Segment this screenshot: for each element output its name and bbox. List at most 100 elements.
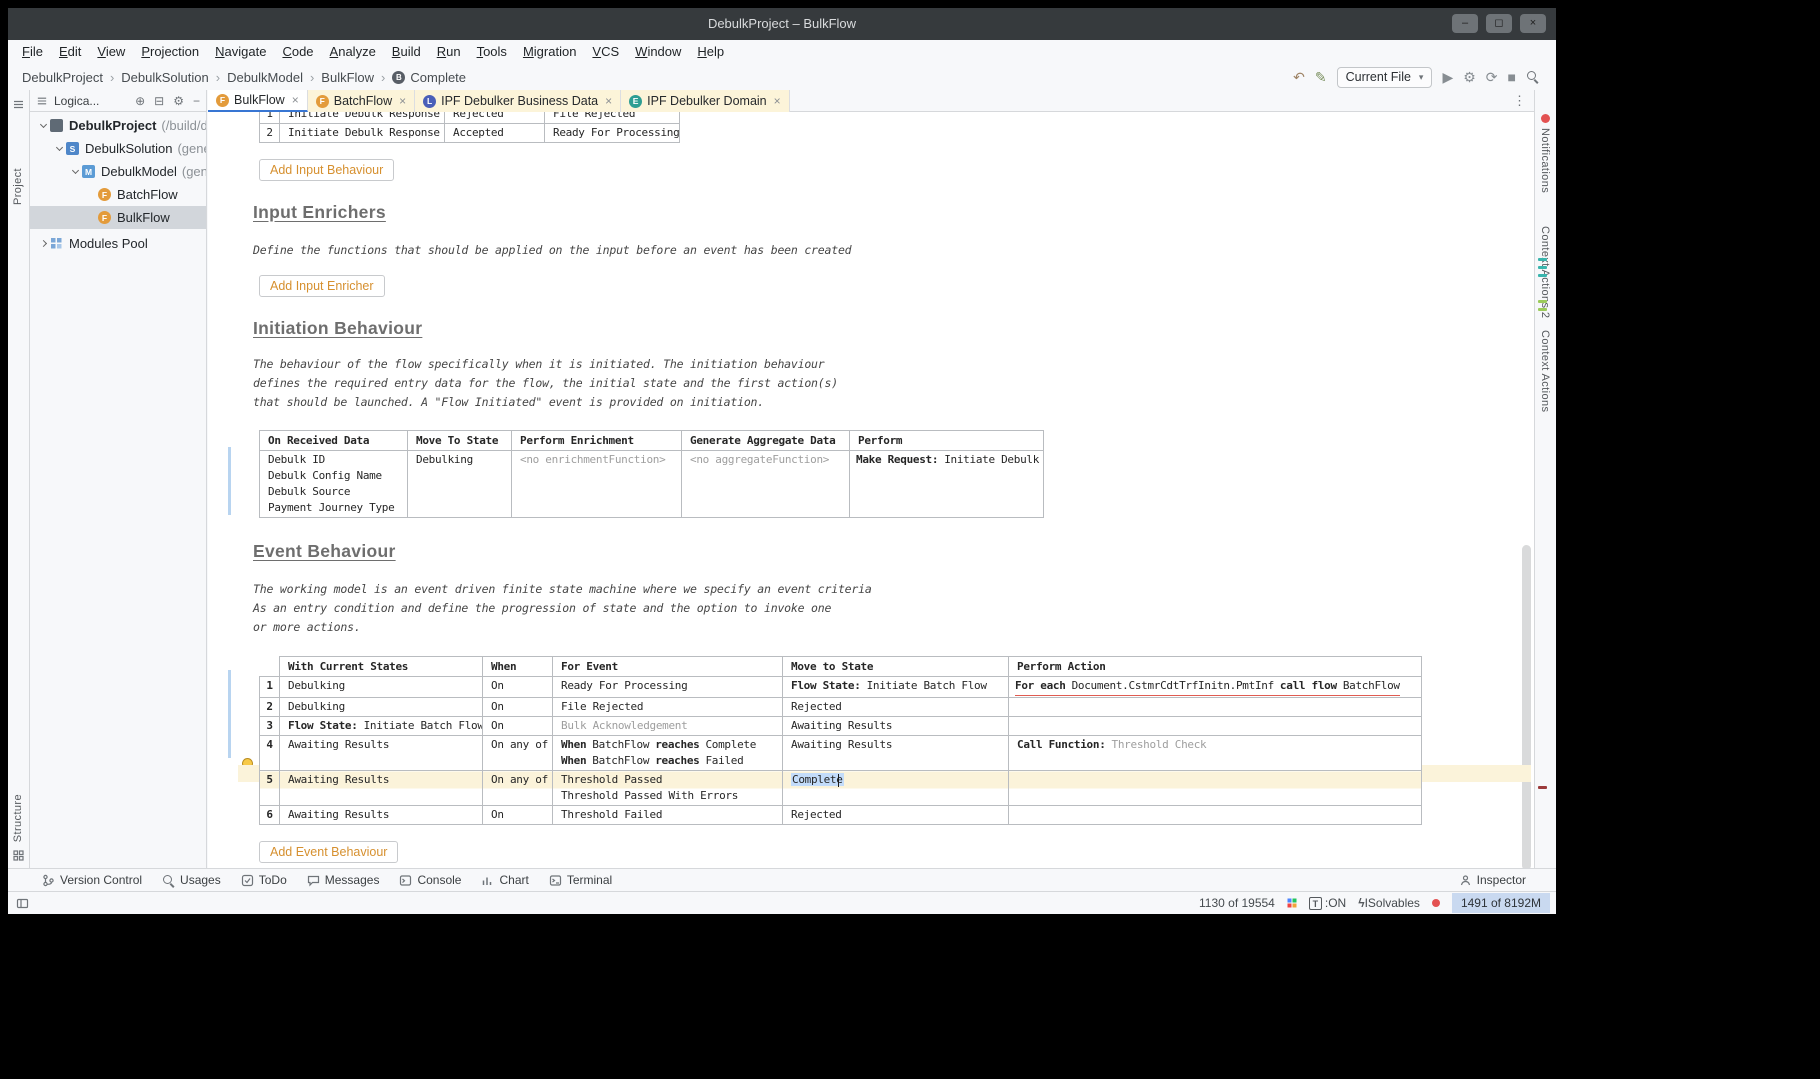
menu-tools[interactable]: Tools [469, 40, 515, 64]
input-status-cell[interactable]: Accepted [445, 124, 545, 143]
when-cell[interactable]: On [483, 717, 553, 736]
input-event-cell[interactable]: Initiate Debulk Response [280, 124, 445, 143]
input-event-cell[interactable]: Initiate Debulk Response [280, 112, 445, 124]
input-result-cell[interactable]: Ready For Processing [545, 124, 680, 143]
current-state-cell[interactable]: Debulking [280, 677, 483, 698]
tree-item-project[interactable]: DebulkProject (/build/de [30, 114, 206, 137]
tool-inspector[interactable]: Inspector [1459, 873, 1556, 887]
tab-domain[interactable]: E IPF Debulker Domain [621, 90, 790, 112]
tool-messages[interactable]: Messages [307, 873, 380, 887]
menu-navigate[interactable]: Navigate [207, 40, 274, 64]
locate-file-icon[interactable]: ⊕ [135, 94, 145, 108]
breadcrumb-solution[interactable]: DebulkSolution [121, 70, 208, 85]
view-mode-icon[interactable] [36, 95, 48, 107]
structure-tool-window-icon[interactable] [12, 849, 25, 862]
tool-stripe-context-actions[interactable]: Context Actions [1539, 330, 1551, 412]
memory-indicator[interactable]: 1491 of 8192M [1452, 893, 1550, 913]
when-cell[interactable]: On [483, 806, 553, 825]
close-tab-icon[interactable] [292, 93, 299, 107]
chevron-down-icon[interactable] [68, 170, 82, 173]
input-status-cell[interactable]: Rejected [445, 112, 545, 124]
breadcrumb-project[interactable]: DebulkProject [22, 70, 103, 85]
add-input-enricher-button[interactable]: Add Input Enricher [259, 275, 385, 297]
when-cell[interactable]: On [483, 677, 553, 698]
run-configuration-select[interactable]: Current File ▾ [1337, 67, 1433, 88]
tool-version-control[interactable]: Version Control [42, 873, 142, 887]
when-cell[interactable]: On any of [483, 736, 553, 771]
panel-view-label[interactable]: Logica... [54, 94, 99, 108]
error-stripe-mark[interactable] [1538, 258, 1547, 261]
add-input-behaviour-button[interactable]: Add Input Behaviour [259, 159, 394, 181]
menu-file[interactable]: File [14, 40, 51, 64]
for-event-cell[interactable]: Threshold Passed Threshold Passed With E… [553, 771, 783, 806]
enrichment-cell[interactable]: <no enrichmentFunction> [512, 451, 682, 518]
tool-stripe-notifications[interactable]: Notifications [1539, 128, 1551, 193]
maximize-icon[interactable]: ◻ [1486, 14, 1512, 33]
move-to-state-cell[interactable]: Rejected [783, 806, 1009, 825]
perform-action-cell[interactable] [1009, 717, 1422, 736]
perform-cell[interactable]: Make Request:Initiate Debulk [850, 451, 1044, 518]
search-icon[interactable] [1526, 70, 1540, 84]
tree-item-model[interactable]: M DebulkModel (gene [30, 160, 206, 183]
menu-view[interactable]: View [89, 40, 133, 64]
menu-migration[interactable]: Migration [515, 40, 584, 64]
caret-position[interactable]: 1130 of 19554 [1199, 896, 1275, 910]
error-stripe-mark[interactable] [1538, 266, 1547, 269]
current-state-cell[interactable]: Flow State:Initiate Batch Flow [280, 717, 483, 736]
tab-batchflow[interactable]: F BatchFlow [308, 90, 415, 112]
settings-icon[interactable]: ⚙ [1463, 67, 1476, 87]
breadcrumb-state[interactable]: Complete [410, 70, 466, 85]
tree-item-modules-pool[interactable]: Modules Pool [30, 232, 206, 255]
stop-icon[interactable]: ■ [1508, 67, 1516, 87]
when-cell[interactable]: On [483, 698, 553, 717]
tool-terminal[interactable]: Terminal [549, 873, 612, 887]
perform-action-cell[interactable] [1009, 771, 1422, 806]
tree-item-batchflow[interactable]: F BatchFlow [30, 183, 206, 206]
tool-todo[interactable]: ToDo [241, 873, 287, 887]
menu-run[interactable]: Run [429, 40, 469, 64]
error-stripe-mark[interactable] [1538, 786, 1547, 789]
move-to-state-cell[interactable]: Complete [783, 771, 1009, 806]
breadcrumb-flow[interactable]: BulkFlow [321, 70, 374, 85]
perform-action-cell[interactable]: Call Function:Threshold Check [1009, 736, 1422, 771]
tool-window-toggle-icon[interactable] [16, 897, 29, 910]
current-state-cell[interactable]: Awaiting Results [280, 806, 483, 825]
menu-analyze[interactable]: Analyze [322, 40, 384, 64]
error-indicator-icon[interactable] [1432, 899, 1440, 907]
tab-bulkflow[interactable]: F BulkFlow [208, 90, 308, 112]
for-event-cell[interactable]: File Rejected [553, 698, 783, 717]
menu-edit[interactable]: Edit [51, 40, 89, 64]
chevron-right-icon[interactable] [36, 241, 50, 246]
move-to-state-cell[interactable]: Awaiting Results [783, 717, 1009, 736]
tree-item-solution[interactable]: S DebulkSolution (gene [30, 137, 206, 160]
error-stripe-mark[interactable] [1538, 300, 1547, 303]
close-icon[interactable]: × [1520, 14, 1546, 33]
add-event-behaviour-button[interactable]: Add Event Behaviour [259, 841, 398, 863]
tree-item-bulkflow[interactable]: F BulkFlow [30, 206, 206, 229]
perform-action-cell[interactable] [1009, 806, 1422, 825]
hide-panel-icon[interactable]: − [193, 94, 200, 108]
close-tab-icon[interactable] [605, 94, 612, 108]
current-state-cell[interactable]: Awaiting Results [280, 736, 483, 771]
move-to-state-cell[interactable]: Flow State:Initiate Batch Flow [783, 677, 1009, 698]
editing-state-value[interactable]: Complete [791, 773, 844, 786]
current-state-cell[interactable]: Awaiting Results [280, 771, 483, 806]
for-event-cell[interactable]: Threshold Failed [553, 806, 783, 825]
chevron-down-icon[interactable] [36, 124, 50, 127]
received-data-cell[interactable]: Debulk ID Debulk Config Name Debulk Sour… [260, 451, 408, 518]
close-tab-icon[interactable] [399, 94, 406, 108]
tool-stripe-structure[interactable]: Structure [12, 794, 24, 842]
aggregate-cell[interactable]: <no aggregateFunction> [682, 451, 850, 518]
tool-stripe-context-actions-2[interactable]: Context Actions 2 [1539, 226, 1551, 318]
t-indicator[interactable]: T:ON [1309, 896, 1346, 911]
input-result-cell[interactable]: File Rejected [545, 112, 680, 124]
run-icon[interactable]: ▶ [1442, 67, 1453, 87]
undo-icon[interactable]: ↶ [1293, 67, 1305, 87]
tool-chart[interactable]: Chart [481, 873, 528, 887]
error-stripe-mark[interactable] [1538, 274, 1547, 277]
move-to-state-cell[interactable]: Awaiting Results [783, 736, 1009, 771]
menu-help[interactable]: Help [689, 40, 732, 64]
menu-projection[interactable]: Projection [133, 40, 207, 64]
tab-business-data[interactable]: L IPF Debulker Business Data [415, 90, 621, 112]
menu-vcs[interactable]: VCS [584, 40, 627, 64]
